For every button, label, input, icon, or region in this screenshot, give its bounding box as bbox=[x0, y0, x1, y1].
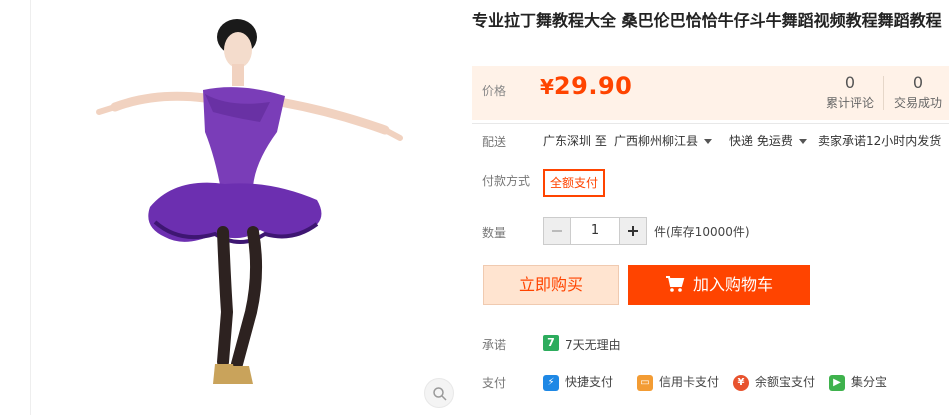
payment-yuebao-label: 余额宝支付 bbox=[755, 375, 816, 389]
price-label: 价格 bbox=[482, 84, 507, 98]
payment-yuebao[interactable]: ¥ 余额宝支付 bbox=[733, 373, 815, 391]
payment-method-label: 付款方式 bbox=[482, 174, 531, 188]
ship-promise: 卖家承诺12小时内发货 bbox=[818, 134, 942, 148]
cart-icon bbox=[665, 276, 685, 292]
ship-to-text: 广西柳州柳江县 bbox=[614, 134, 699, 148]
jifenbao-icon: ▶ bbox=[829, 374, 845, 391]
credit-card-icon: ▭ bbox=[637, 374, 653, 391]
seven-day-icon: 7 bbox=[543, 335, 559, 351]
payment-credit-label: 信用卡支付 bbox=[659, 375, 720, 389]
stock-note: 件(库存10000件) bbox=[654, 225, 750, 239]
review-count[interactable]: 0 累计评论 bbox=[822, 73, 878, 113]
payment-quick-label: 快捷支付 bbox=[565, 375, 614, 389]
payment-label: 支付 bbox=[482, 376, 507, 390]
sales-count-value: 0 bbox=[912, 73, 924, 92]
ship-method-selector[interactable]: 快递 免运费 bbox=[729, 132, 807, 149]
minus-icon bbox=[552, 230, 562, 232]
quick-pay-icon: ⚡ bbox=[543, 374, 559, 391]
product-image[interactable] bbox=[55, 12, 455, 392]
sales-count-label: 交易成功 bbox=[893, 96, 942, 110]
product-page: 专业拉丁舞教程大全 桑巴伦巴恰恰牛仔斗牛舞蹈视频教程舞蹈教程 价格 ¥29.90… bbox=[0, 0, 949, 415]
price-value: ¥29.90 bbox=[540, 72, 632, 100]
payment-jifenbao-label: 集分宝 bbox=[851, 375, 888, 389]
add-to-cart-label: 加入购物车 bbox=[692, 275, 773, 294]
payment-option-full[interactable]: 全额支付 bbox=[543, 169, 606, 197]
yuebao-icon: ¥ bbox=[733, 374, 749, 391]
quantity-decrease-button[interactable] bbox=[543, 217, 571, 245]
currency-symbol: ¥ bbox=[540, 75, 554, 99]
quantity-label: 数量 bbox=[482, 226, 507, 240]
zoom-icon[interactable] bbox=[424, 378, 454, 408]
buy-now-button[interactable]: 立即购买 bbox=[483, 265, 619, 305]
payment-jifenbao[interactable]: ▶ 集分宝 bbox=[829, 373, 887, 391]
product-title: 专业拉丁舞教程大全 桑巴伦巴恰恰牛仔斗牛舞蹈视频教程舞蹈教程 bbox=[472, 11, 942, 30]
caret-down-icon bbox=[704, 139, 713, 144]
caret-down-icon bbox=[798, 139, 807, 144]
promise-text[interactable]: 7天无理由 bbox=[565, 336, 621, 353]
promise-label: 承诺 bbox=[482, 338, 507, 352]
divider bbox=[472, 123, 949, 124]
ship-to-selector[interactable]: 广西柳州柳江县 bbox=[614, 132, 713, 149]
ship-method-text: 快递 免运费 bbox=[729, 134, 793, 148]
price-box: 价格 ¥29.90 0 累计评论 0 交易成功 bbox=[472, 66, 949, 120]
sales-count[interactable]: 0 交易成功 bbox=[890, 73, 946, 113]
payment-quick[interactable]: ⚡ 快捷支付 bbox=[543, 373, 613, 391]
left-border bbox=[30, 0, 31, 415]
add-to-cart-button[interactable]: 加入购物车 bbox=[628, 265, 810, 305]
plus-icon bbox=[628, 226, 638, 236]
quantity-input[interactable]: 1 bbox=[571, 217, 619, 245]
price-number: 29.90 bbox=[553, 72, 633, 100]
shipping-label: 配送 bbox=[482, 135, 507, 149]
review-count-label: 累计评论 bbox=[825, 96, 874, 110]
ship-from: 广东深圳 至 bbox=[543, 134, 607, 148]
stat-divider bbox=[883, 76, 884, 110]
review-count-value: 0 bbox=[844, 73, 856, 92]
quantity-increase-button[interactable] bbox=[619, 217, 647, 245]
payment-credit[interactable]: ▭ 信用卡支付 bbox=[637, 373, 719, 391]
